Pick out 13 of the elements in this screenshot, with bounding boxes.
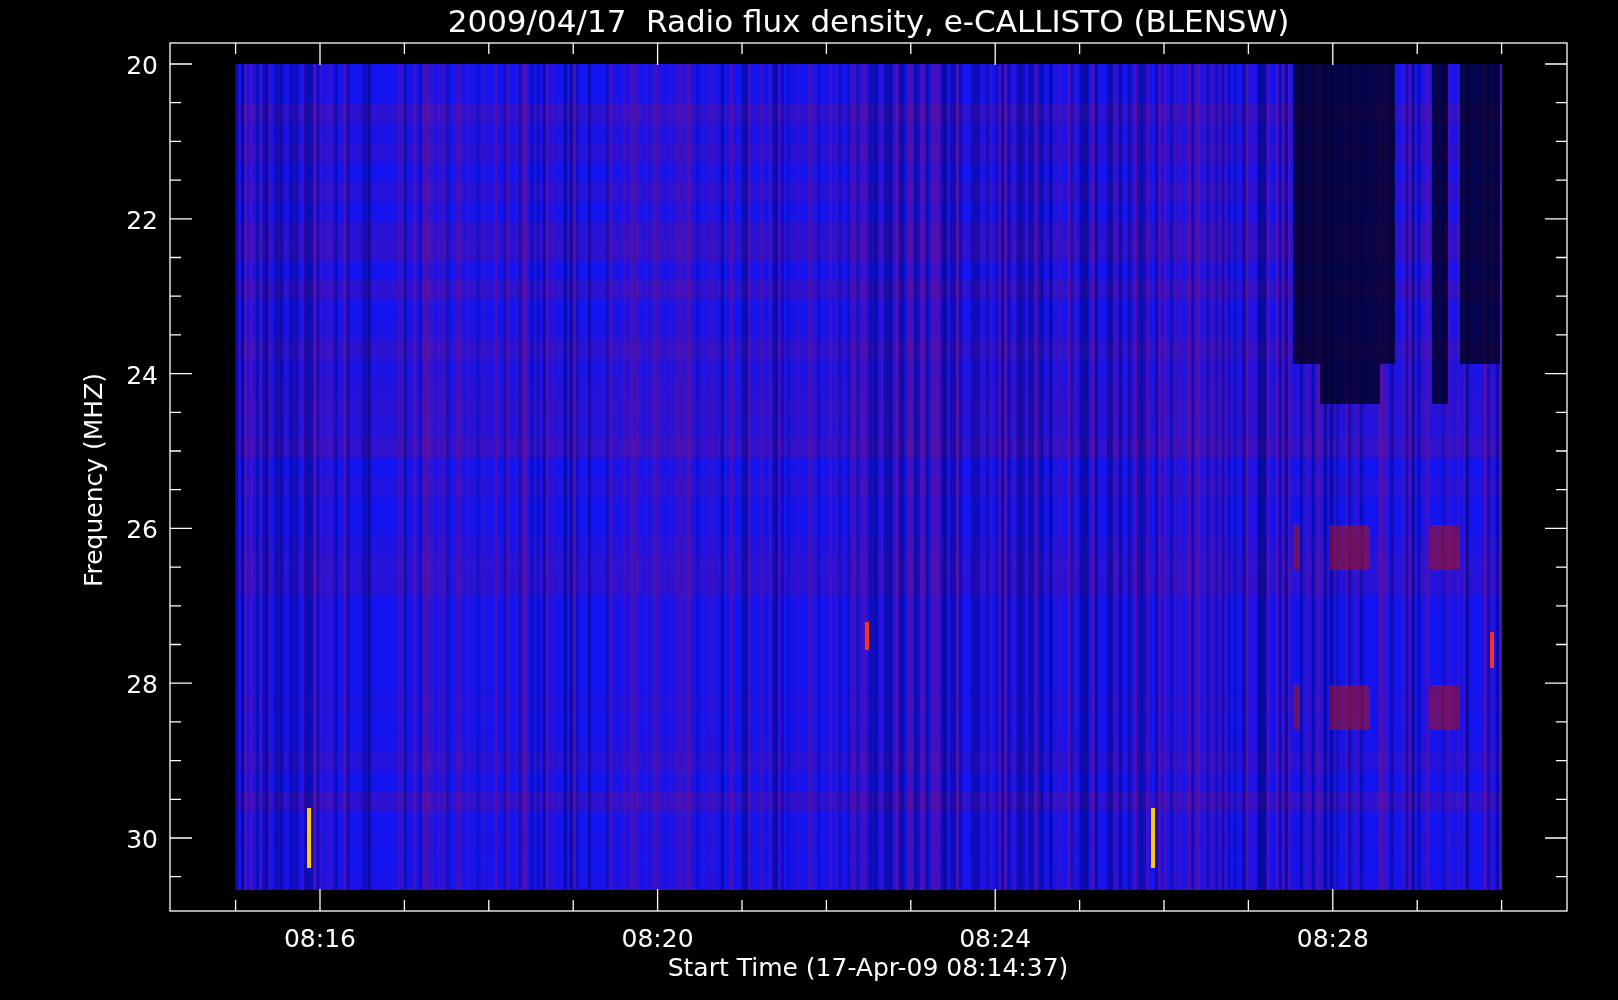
x-tick-label: 08:20 [621,924,694,953]
y-tick-label: 26 [126,515,158,545]
y-tick-label: 20 [126,51,158,80]
x-tick-label: 08:16 [284,924,356,953]
chart-title: 2009/04/17 Radio flux density, e-CALLISTO (BLENSW) [447,3,1290,39]
y-tick-label: 30 [126,825,158,854]
x-axis-label: Start Time (17-Apr-09 08:14:37) [667,953,1069,982]
y-axis-label: Frequency (MHZ) [79,372,108,588]
y-tick-label: 22 [126,205,158,235]
x-tick-label: 08:24 [959,924,1032,953]
y-tick-label: 24 [126,360,158,390]
y-tick-label: 28 [126,670,158,700]
x-tick-label: 08:28 [1296,924,1369,953]
